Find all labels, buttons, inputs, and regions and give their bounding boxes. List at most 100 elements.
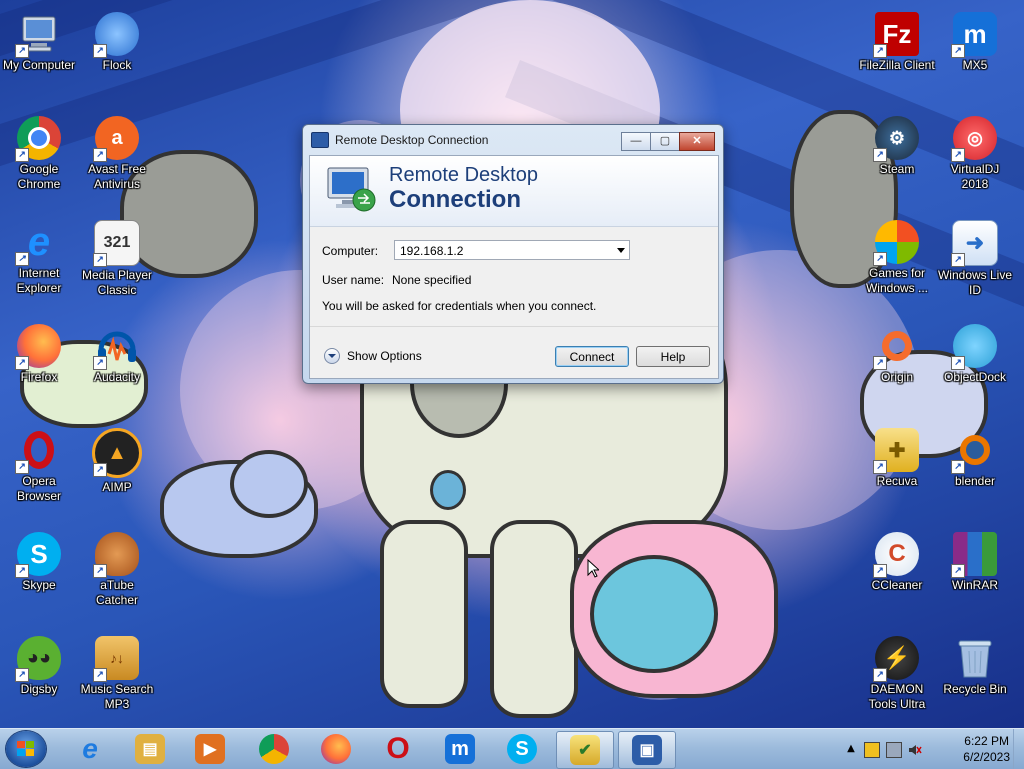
taskbar-clock[interactable]: 6:22 PM 6/2/2023	[963, 733, 1010, 765]
desktop-icon-label: DAEMON Tools Ultra	[868, 682, 926, 711]
shortcut-arrow-icon: ↗	[951, 253, 965, 267]
desktop-icon-blender[interactable]: ↗ blender	[936, 424, 1014, 520]
desktop-icon-games-for-windows[interactable]: ↗ Games for Windows ...	[858, 216, 936, 312]
desktop-icon-winrar[interactable]: ↗ WinRAR	[936, 528, 1014, 624]
minimize-button[interactable]: —	[621, 132, 651, 151]
desktop-icon-digsby[interactable]: ◕◕ ↗ Digsby	[0, 632, 78, 728]
desktop-icon-aimp[interactable]: ▲ ↗ AIMP	[78, 424, 156, 520]
desktop-icon-media-player-classic[interactable]: 321 ↗ Media Player Classic	[78, 216, 156, 312]
show-desktop-button[interactable]	[1013, 729, 1024, 769]
shortcut-arrow-icon: ↗	[873, 252, 887, 266]
desktop-icon-opera[interactable]: ↗ Opera Browser	[0, 424, 78, 520]
desktop-icon-label: Origin	[880, 370, 913, 384]
shortcut-arrow-icon: ↗	[951, 564, 965, 578]
shortcut-arrow-icon: ↗	[873, 460, 887, 474]
credentials-info: You will be asked for credentials when y…	[322, 299, 597, 313]
shortcut-arrow-icon: ↗	[93, 668, 107, 682]
shortcut-arrow-icon: ↗	[15, 668, 29, 682]
desktop-icon-label: Media Player Classic	[81, 268, 153, 297]
taskbar-firefox[interactable]	[308, 731, 364, 767]
desktop-icon-internet-explorer[interactable]: e ↗ Internet Explorer	[0, 216, 78, 312]
desktop-icon-music-search-mp3[interactable]: ♪↓ ↗ Music Search MP3	[78, 632, 156, 728]
remote-desktop-monitor-icon	[327, 167, 376, 212]
avast-icon: a ↗	[93, 116, 139, 162]
show-options-toggle[interactable]: Show Options	[324, 348, 422, 364]
desktop-icon-skype[interactable]: S ↗ Skype	[0, 528, 78, 624]
desktop-icon-my-computer[interactable]: ↗ My Computer	[0, 8, 78, 104]
taskbar-internet-explorer[interactable]: e	[62, 731, 118, 767]
taskbar-media-player[interactable]: ▶	[182, 731, 238, 767]
desktop-icon-mx5[interactable]: m ↗ MX5	[936, 8, 1014, 104]
opera-icon: O	[386, 732, 410, 765]
desktop-icon-flock[interactable]: ↗ Flock	[78, 8, 156, 104]
desktop-icon-origin[interactable]: ↗ Origin	[858, 320, 936, 416]
show-hidden-icons-arrow-icon[interactable]: ▲	[844, 742, 858, 756]
desktop-icon-label: Skype	[22, 578, 56, 592]
desktop-icon-windows-live-id[interactable]: ➜ ↗ Windows Live ID	[936, 216, 1014, 312]
taskbar-task-checker[interactable]: ✔	[556, 731, 614, 769]
shortcut-arrow-icon: ↗	[873, 668, 887, 682]
atube-catcher-icon: ↗	[93, 532, 139, 578]
connect-button[interactable]: Connect	[555, 346, 629, 367]
checkmark-icon: ✔	[570, 735, 600, 765]
shortcut-arrow-icon: ↗	[93, 253, 107, 267]
dialog-titlebar[interactable]: Remote Desktop Connection — ▢ ✕	[303, 125, 723, 155]
taskbar-remote-desktop[interactable]: ▣	[618, 731, 676, 769]
desktop-icon-ccleaner[interactable]: C ↗ CCleaner	[858, 528, 936, 624]
taskbar: e ▤ ▶ O m S ✔ ▣ ▲ 6:22 PM 6/2/2023	[0, 728, 1024, 769]
taskbar-opera[interactable]: O	[370, 731, 426, 767]
maxthon-icon: m	[445, 734, 475, 764]
shortcut-arrow-icon: ↗	[951, 460, 965, 474]
origin-icon: ↗	[873, 324, 919, 370]
computer-combobox[interactable]: 192.168.1.2	[394, 240, 630, 260]
desktop-icon-steam[interactable]: ⚙ ↗ Steam	[858, 112, 936, 208]
computer-icon: ↗	[15, 12, 61, 58]
maximize-button[interactable]: ▢	[650, 132, 680, 151]
desktop-icon-objectdock[interactable]: ↗ ObjectDock	[936, 320, 1014, 416]
username-value: None specified	[392, 273, 472, 287]
taskbar-file-explorer[interactable]: ▤	[122, 731, 178, 767]
help-button[interactable]: Help	[636, 346, 710, 367]
desktop-icon-firefox[interactable]: ↗ Firefox	[0, 320, 78, 416]
window-controls: — ▢ ✕	[621, 132, 715, 151]
desktop-icon-label: Recuva	[876, 474, 918, 488]
desktop-icon-google-chrome[interactable]: ↗ Google Chrome	[0, 112, 78, 208]
start-button[interactable]	[6, 731, 46, 767]
shortcut-arrow-icon: ↗	[951, 148, 965, 162]
volume-muted-icon[interactable]	[908, 742, 922, 756]
network-icon[interactable]	[886, 742, 902, 758]
daemon-tools-icon: ⚡ ↗	[873, 636, 919, 682]
opera-icon: ↗	[15, 428, 61, 474]
shortcut-arrow-icon: ↗	[15, 564, 29, 578]
clock-date: 6/2/2023	[963, 750, 1010, 764]
remote-desktop-icon	[311, 132, 329, 148]
desktop-icon-avast[interactable]: a ↗ Avast Free Antivirus	[78, 112, 156, 208]
desktop-icon-filezilla[interactable]: Fz ↗ FileZilla Client	[858, 8, 936, 104]
desktop-icon-daemon-tools[interactable]: ⚡ ↗ DAEMON Tools Ultra	[858, 632, 936, 728]
desktop-icon-audacity[interactable]: ↗ Audacity	[78, 320, 156, 416]
taskbar-maxthon[interactable]: m	[432, 731, 488, 767]
chrome-icon: ↗	[15, 116, 61, 162]
desktop-icon-virtualdj[interactable]: ◎ ↗ VirtualDJ 2018	[936, 112, 1014, 208]
desktop-icon-atube-catcher[interactable]: ↗ aTube Catcher	[78, 528, 156, 624]
dropdown-arrow-icon[interactable]	[617, 248, 625, 253]
taskbar-chrome[interactable]	[246, 731, 302, 767]
games-for-windows-icon: ↗	[873, 220, 919, 266]
media-player-icon: ▶	[195, 734, 225, 764]
shortcut-arrow-icon: ↗	[951, 44, 965, 58]
dialog-banner: Remote Desktop Connection	[310, 156, 718, 227]
close-button[interactable]: ✕	[679, 132, 715, 151]
desktop-icon-recycle-bin[interactable]: Recycle Bin	[936, 632, 1014, 728]
shortcut-arrow-icon: ↗	[951, 356, 965, 370]
action-center-flag-icon[interactable]	[864, 742, 880, 758]
taskbar-skype[interactable]: S	[494, 731, 550, 767]
desktop-icon-label: VirtualDJ 2018	[950, 162, 1000, 191]
ccleaner-icon: C ↗	[873, 532, 919, 578]
desktop-icon-label: Opera Browser	[16, 474, 61, 503]
username-label: User name:	[322, 273, 385, 287]
desktop-icon-label: Recycle Bin	[943, 682, 1007, 696]
desktop-icon-label: blender	[954, 474, 996, 488]
winrar-icon: ↗	[951, 532, 997, 578]
flock-icon: ↗	[93, 12, 139, 58]
desktop-icon-recuva[interactable]: ✚ ↗ Recuva	[858, 424, 936, 520]
